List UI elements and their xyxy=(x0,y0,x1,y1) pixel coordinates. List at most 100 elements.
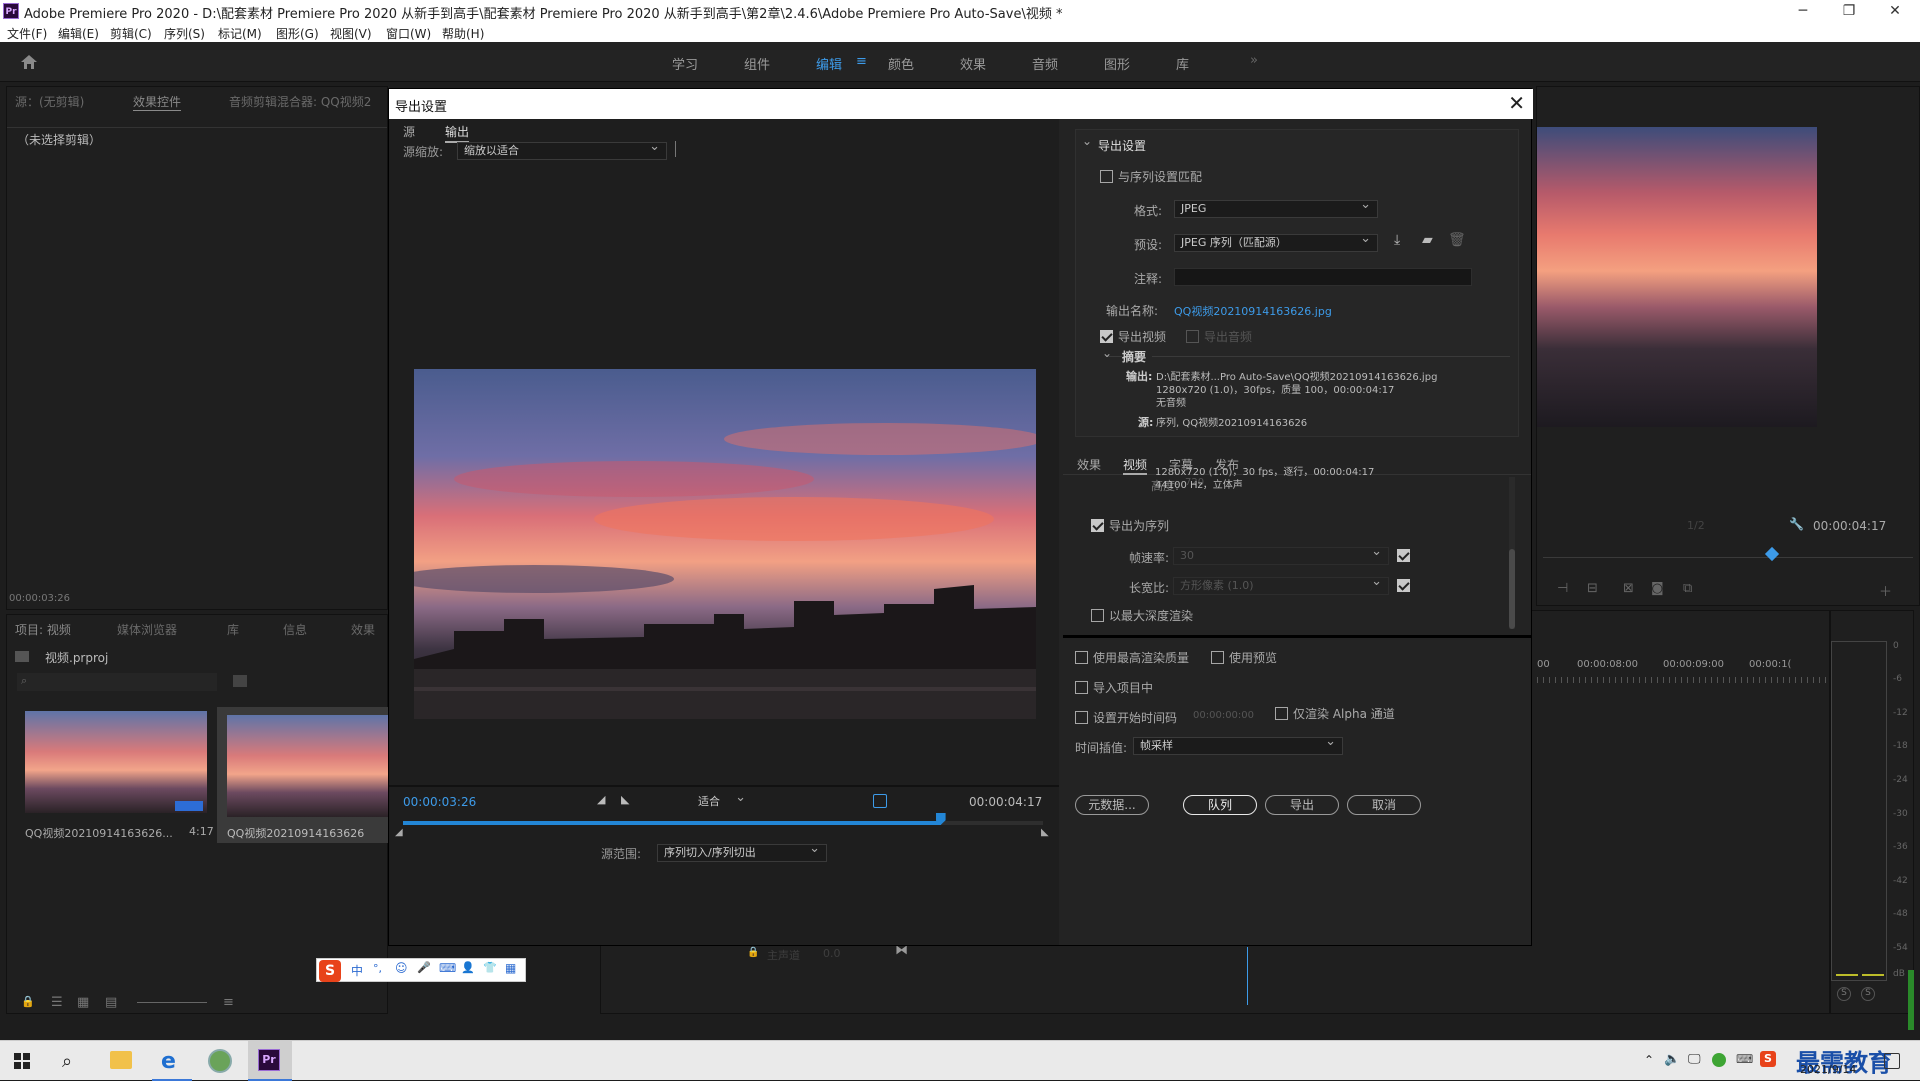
save-preset-icon[interactable]: ⤓ xyxy=(1394,232,1400,248)
workspace-audio[interactable]: 音频 xyxy=(1032,54,1058,73)
source-scaling-select[interactable]: 缩放以适合 xyxy=(457,139,667,160)
tray-overflow-icon[interactable]: ⌃ xyxy=(1644,1053,1654,1067)
output-name-link[interactable]: QQ视频20210914163626.jpg xyxy=(1174,303,1332,319)
delete-preset-icon[interactable]: 🗑 xyxy=(1448,232,1466,248)
preview-scrub-bar[interactable] xyxy=(403,821,1043,825)
add-button-icon[interactable]: ＋ xyxy=(1879,581,1892,600)
program-fit-select[interactable]: 1/2 xyxy=(1687,519,1705,532)
workspace-assembly[interactable]: 组件 xyxy=(744,54,770,73)
aspect-ratio-select[interactable]: 方形像素 (1.0) xyxy=(1173,574,1389,595)
tab-audio-clip-mixer[interactable]: 音频剪辑混合器: QQ视频2 xyxy=(229,93,371,110)
solo-right-button[interactable]: S xyxy=(1861,987,1875,1001)
solo-left-button[interactable]: S xyxy=(1837,987,1851,1001)
tab-source[interactable]: 源：(无剪辑) xyxy=(15,93,84,110)
range-out-handle-icon[interactable]: ◣ xyxy=(1041,827,1049,838)
ime-skin-icon[interactable]: 👕 xyxy=(483,961,497,974)
sogou-logo-icon[interactable]: S xyxy=(319,960,341,982)
menu-file[interactable]: 文件(F) xyxy=(7,25,47,42)
close-window-button[interactable]: ✕ xyxy=(1872,0,1918,22)
menu-sequence[interactable]: 序列(S) xyxy=(164,25,205,42)
ime-emoji-icon[interactable]: ☺ xyxy=(395,961,408,975)
source-range-select[interactable]: 序列切入/序列切出 xyxy=(657,841,827,862)
menu-edit[interactable]: 编辑(E) xyxy=(58,25,99,42)
notifications-icon[interactable] xyxy=(1884,1053,1900,1069)
queue-button[interactable]: 队列 xyxy=(1183,795,1257,815)
tab-info[interactable]: 信息 xyxy=(283,621,307,638)
project-item[interactable]: QQ视频20210914163626... 4:17 xyxy=(21,711,214,851)
cancel-button[interactable]: 取消 xyxy=(1347,795,1421,815)
project-search-input[interactable]: ⌕ xyxy=(17,673,217,691)
tab-libraries[interactable]: 库 xyxy=(227,621,239,638)
timeline-ruler[interactable] xyxy=(1537,677,1827,683)
mark-in-icon[interactable]: ⊣ xyxy=(1557,581,1568,596)
extract-icon[interactable]: ⊠ xyxy=(1623,581,1634,596)
workspace-effects[interactable]: 效果 xyxy=(960,54,986,73)
project-item[interactable]: QQ视频20210914163626 xyxy=(217,707,389,843)
comment-input[interactable] xyxy=(1174,268,1472,286)
format-select[interactable]: JPEG xyxy=(1174,197,1378,218)
write-lock-icon[interactable]: 🔒 xyxy=(21,995,35,1008)
windows-start-icon[interactable] xyxy=(14,1053,30,1069)
ime-toolbox-icon[interactable]: ▦ xyxy=(505,961,516,975)
tab-effects-settings[interactable]: 效果 xyxy=(1077,456,1101,473)
workspace-libraries[interactable]: 库 xyxy=(1176,54,1189,73)
freeform-view-icon[interactable]: ▤ xyxy=(105,995,117,1010)
frame-rate-select[interactable]: 30 xyxy=(1173,544,1389,565)
ime-keyboard-icon[interactable]: ⌨ xyxy=(439,961,456,975)
tab-media-browser[interactable]: 媒体浏览器 xyxy=(117,621,177,638)
ime-user-icon[interactable]: 👤 xyxy=(461,961,475,974)
export-audio-checkbox[interactable] xyxy=(1186,330,1199,343)
menu-window[interactable]: 窗口(W) xyxy=(386,25,431,42)
home-icon[interactable] xyxy=(20,54,38,70)
menu-view[interactable]: 视图(V) xyxy=(330,25,372,42)
wrench-icon[interactable]: 🔧 xyxy=(1789,517,1804,531)
program-playhead[interactable] xyxy=(1764,546,1780,562)
list-view-icon[interactable]: ☰ xyxy=(51,995,63,1010)
premiere-taskbar-icon[interactable]: Pr xyxy=(248,1041,292,1081)
import-into-project-checkbox[interactable] xyxy=(1075,681,1088,694)
network-icon[interactable]: 🖵 xyxy=(1688,1052,1701,1067)
aspect-ratio-correction-icon[interactable] xyxy=(873,794,887,808)
aspect-ratio-match-checkbox[interactable] xyxy=(1397,579,1410,592)
metadata-button[interactable]: 元数据... xyxy=(1075,795,1149,815)
ime-chinese-mode[interactable]: 中 xyxy=(351,962,363,979)
collapse-chevron-icon[interactable]: ⌄ xyxy=(1082,134,1092,148)
tab-project[interactable]: 项目: 视频 xyxy=(15,621,71,638)
volume-icon[interactable]: 🔈 xyxy=(1664,1052,1680,1067)
menu-graphics[interactable]: 图形(G) xyxy=(276,25,319,42)
new-bin-from-search-icon[interactable] xyxy=(233,675,247,687)
workspace-color[interactable]: 颜色 xyxy=(888,54,914,73)
workspace-editing[interactable]: 编辑 xyxy=(816,54,842,73)
settings-scrollbar[interactable] xyxy=(1509,477,1515,629)
current-time-display[interactable]: 00:00:03:26 xyxy=(403,795,476,809)
workspace-learn[interactable]: 学习 xyxy=(672,54,698,73)
export-as-sequence-checkbox[interactable] xyxy=(1091,519,1104,532)
ime-voice-icon[interactable]: 🎤 xyxy=(417,961,431,974)
time-interpolation-select[interactable]: 帧采样 xyxy=(1133,734,1343,755)
zoom-slider[interactable] xyxy=(137,1002,207,1003)
security-tray-icon[interactable] xyxy=(1712,1053,1726,1067)
workspace-menu-icon[interactable]: ≡ xyxy=(856,54,867,69)
range-in-handle-icon[interactable]: ◢ xyxy=(395,827,403,838)
lift-icon[interactable]: ⊟ xyxy=(1587,581,1598,596)
tab-video-settings[interactable]: 视频 xyxy=(1123,456,1148,475)
dialog-close-button[interactable]: ✕ xyxy=(1508,92,1525,114)
max-depth-checkbox[interactable] xyxy=(1091,609,1104,622)
tab-source-preview[interactable]: 源 xyxy=(403,123,415,140)
camera-icon[interactable]: ◙ xyxy=(1651,581,1664,596)
import-preset-icon[interactable]: ▰ xyxy=(1422,232,1433,248)
icon-view-icon[interactable]: ▦ xyxy=(77,995,89,1010)
summary-chevron-icon[interactable]: ⌄ xyxy=(1102,346,1112,360)
edge-browser-icon[interactable]: e xyxy=(152,1041,192,1081)
search-icon[interactable]: ⌕ xyxy=(62,1051,72,1072)
preview-fit-select[interactable]: 适合 xyxy=(691,790,753,811)
preset-select[interactable]: JPEG 序列（匹配源） xyxy=(1174,231,1378,252)
set-in-point-icon[interactable]: ◢ xyxy=(597,793,605,806)
tab-output-preview[interactable]: 输出 xyxy=(445,123,470,143)
match-sequence-checkbox[interactable] xyxy=(1100,170,1113,183)
sort-icon[interactable]: ≡ xyxy=(223,995,234,1010)
compare-icon[interactable]: ⧉ xyxy=(1683,581,1692,596)
sogou-tray-icon[interactable]: S xyxy=(1760,1051,1776,1067)
set-start-timecode-checkbox[interactable] xyxy=(1075,711,1088,724)
more-workspaces-icon[interactable]: » xyxy=(1250,53,1258,68)
